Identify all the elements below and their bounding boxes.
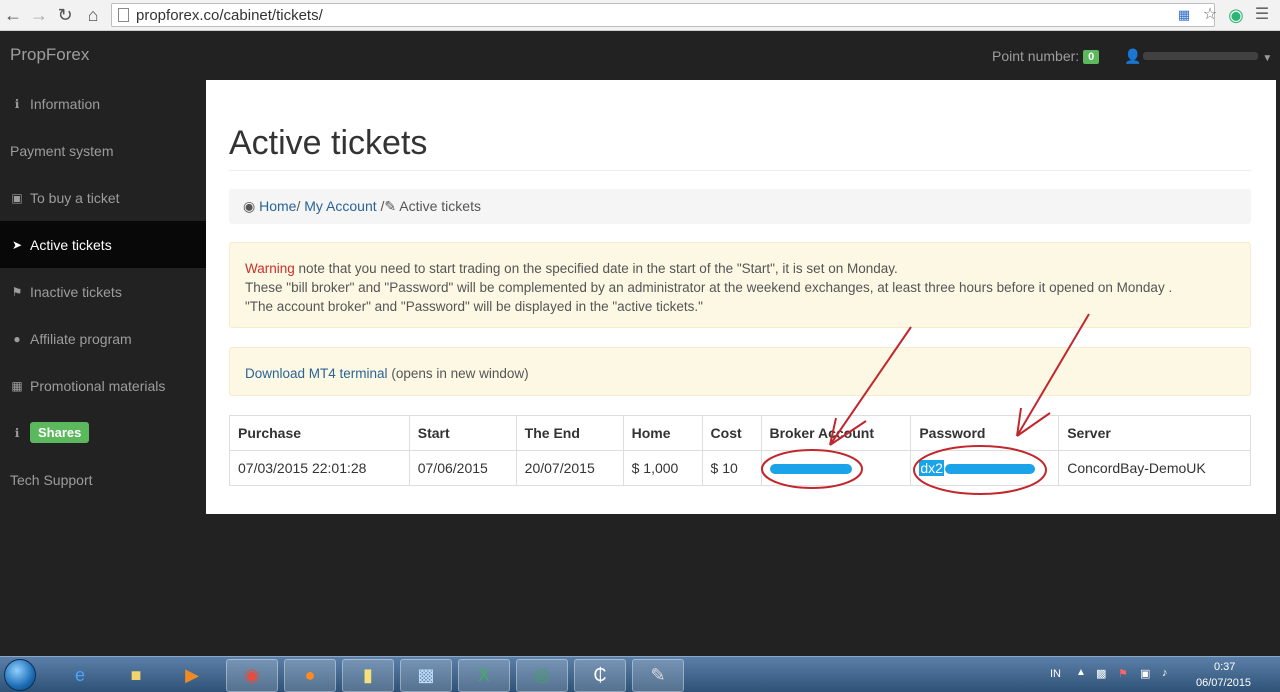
sidebar-item-information[interactable]: ℹ Information: [0, 80, 206, 127]
user-menu[interactable]: 👤 ▼: [1124, 48, 1272, 65]
redaction-mark: [944, 464, 1035, 475]
broker-account-cell: [760, 450, 912, 486]
url-text: propforex.co/cabinet/tickets/: [136, 7, 323, 24]
breadcrumb-my-account[interactable]: My Account: [304, 198, 376, 214]
clock-date[interactable]: 06/07/2015: [1196, 677, 1251, 689]
notes-icon[interactable]: ▮: [342, 659, 394, 692]
point-number-badge: 0: [1083, 50, 1100, 64]
column-header: Broker Account: [760, 415, 912, 451]
column-header: Start: [408, 415, 517, 451]
end-cell: 20/07/2015: [515, 450, 624, 486]
show-hidden-icons-icon[interactable]: ▲: [1076, 667, 1086, 678]
money-icon: ▣: [11, 190, 23, 205]
sidebar-item-tech-support[interactable]: Tech Support: [0, 456, 206, 503]
tickets-table: Purchase Start The End Home Cost Broker …: [229, 415, 1251, 486]
column-header: Home: [622, 415, 703, 451]
system-tray: IN ▲ ▩ ⚑ ▣ ♪ 0:37 06/07/2015: [1040, 657, 1280, 692]
caret-down-icon: ▼: [1262, 53, 1273, 64]
start-cell: 07/06/2015: [408, 450, 517, 486]
purchase-cell: 07/03/2015 22:01:28: [229, 450, 410, 486]
trading-terminal-icon[interactable]: ₵: [574, 659, 626, 692]
password-prefix: dx2: [919, 460, 944, 476]
brand[interactable]: PropForex: [10, 45, 89, 65]
point-number: Point number: 0: [992, 48, 1100, 64]
page-icon: [118, 8, 129, 22]
column-header: Server: [1058, 415, 1251, 451]
cost-cell: $ 10: [701, 450, 762, 486]
warning-alert: Warning note that you need to start trad…: [229, 242, 1251, 328]
action-center-icon[interactable]: ⚑: [1118, 667, 1128, 680]
network-icon[interactable]: ▩: [1096, 667, 1106, 680]
edit-icon: ✎: [384, 198, 397, 214]
point-number-label: Point number:: [992, 48, 1080, 64]
sidebar-item-promotional-materials[interactable]: ▦ Promotional materials: [0, 362, 206, 409]
translate-icon[interactable]: ▦: [1174, 5, 1194, 25]
globe-icon[interactable]: ◎: [516, 659, 568, 692]
info-icon: ℹ: [14, 425, 20, 440]
user-name-obscured: [1143, 52, 1259, 60]
forward-icon[interactable]: →: [28, 4, 50, 26]
sidebar-item-affiliate-program[interactable]: ● Affiliate program: [0, 315, 206, 362]
flag-icon: ⚑: [11, 284, 23, 299]
sidebar: ℹ Information Payment system ▣ To buy a …: [0, 80, 206, 656]
breadcrumb-home[interactable]: Home: [259, 198, 296, 214]
media-player-icon[interactable]: ▶: [166, 659, 218, 692]
shares-badge: Shares: [30, 422, 90, 443]
download-alert: Download MT4 terminal (opens in new wind…: [229, 347, 1251, 396]
password-cell: dx2: [910, 450, 1060, 486]
redaction-mark: [769, 464, 852, 475]
start-button[interactable]: [4, 659, 36, 691]
reload-icon[interactable]: ↻: [54, 4, 76, 26]
column-header: The End: [515, 415, 624, 451]
server-cell: ConcordBay-DemoUK: [1058, 450, 1251, 486]
remote-desktop-icon[interactable]: ▩: [400, 659, 452, 692]
table-header-row: Purchase Start The End Home Cost Broker …: [229, 415, 1251, 451]
warning-label: Warning: [245, 261, 295, 276]
info-icon: ℹ: [14, 96, 20, 111]
image-icon: ▦: [11, 378, 23, 393]
user-icon: ●: [13, 331, 21, 346]
page-title: Active tickets: [229, 124, 428, 162]
volume-icon[interactable]: ♪: [1162, 667, 1168, 679]
user-icon: 👤: [1124, 48, 1142, 64]
clock-time[interactable]: 0:37: [1214, 661, 1235, 673]
language-indicator[interactable]: IN: [1050, 668, 1061, 680]
ie-icon[interactable]: e: [54, 659, 106, 692]
table-row: 07/03/2015 22:01:28 07/06/2015 20/07/201…: [229, 450, 1251, 486]
extension-icon[interactable]: ◉: [1226, 5, 1246, 25]
column-header: Password: [910, 415, 1060, 451]
site-navbar: PropForex Point number: 0 👤 ▼: [0, 32, 1276, 80]
column-header: Cost: [701, 415, 762, 451]
breadcrumb-current: Active tickets: [399, 198, 481, 214]
sidebar-item-shares[interactable]: ℹ Shares: [0, 409, 206, 456]
dashboard-icon: ◉: [243, 198, 256, 214]
sidebar-item-inactive-tickets[interactable]: ⚑ Inactive tickets: [0, 268, 206, 315]
sidebar-item-active-tickets[interactable]: ➤ Active tickets: [0, 221, 206, 268]
firefox-icon[interactable]: ●: [284, 659, 336, 692]
download-note: (opens in new window): [391, 366, 529, 381]
download-mt4-link[interactable]: Download MT4 terminal: [245, 366, 388, 381]
main-content: Active tickets ◉ Home/ My Account /✎ Act…: [206, 80, 1276, 514]
browser-toolbar: ← → ↻ ⌂ propforex.co/cabinet/tickets/ ▦ …: [0, 0, 1280, 31]
home-icon[interactable]: ⌂: [82, 4, 104, 26]
paint-icon[interactable]: ✎: [632, 659, 684, 692]
star-icon[interactable]: ☆: [1200, 5, 1220, 25]
column-header: Purchase: [229, 415, 410, 451]
title-divider: [229, 170, 1251, 171]
explorer-icon[interactable]: ■: [110, 659, 162, 692]
address-bar[interactable]: propforex.co/cabinet/tickets/: [111, 3, 1215, 27]
breadcrumb: ◉ Home/ My Account /✎ Active tickets: [229, 189, 1251, 224]
home-cell: $ 1,000: [622, 450, 703, 486]
chrome-icon[interactable]: ◉: [226, 659, 278, 692]
back-icon[interactable]: ←: [2, 4, 24, 26]
sidebar-item-buy-ticket[interactable]: ▣ To buy a ticket: [0, 174, 206, 221]
excel-icon[interactable]: X: [458, 659, 510, 692]
menu-icon[interactable]: ☰: [1252, 5, 1272, 25]
sidebar-item-payment-system[interactable]: Payment system: [0, 127, 206, 174]
paper-plane-icon: ➤: [11, 237, 23, 252]
device-icon[interactable]: ▣: [1140, 667, 1150, 680]
taskbar: e ■ ▶ ◉ ● ▮ ▩ X ◎ ₵ ✎ IN ▲ ▩ ⚑ ▣ ♪ 0:37 …: [0, 656, 1280, 692]
